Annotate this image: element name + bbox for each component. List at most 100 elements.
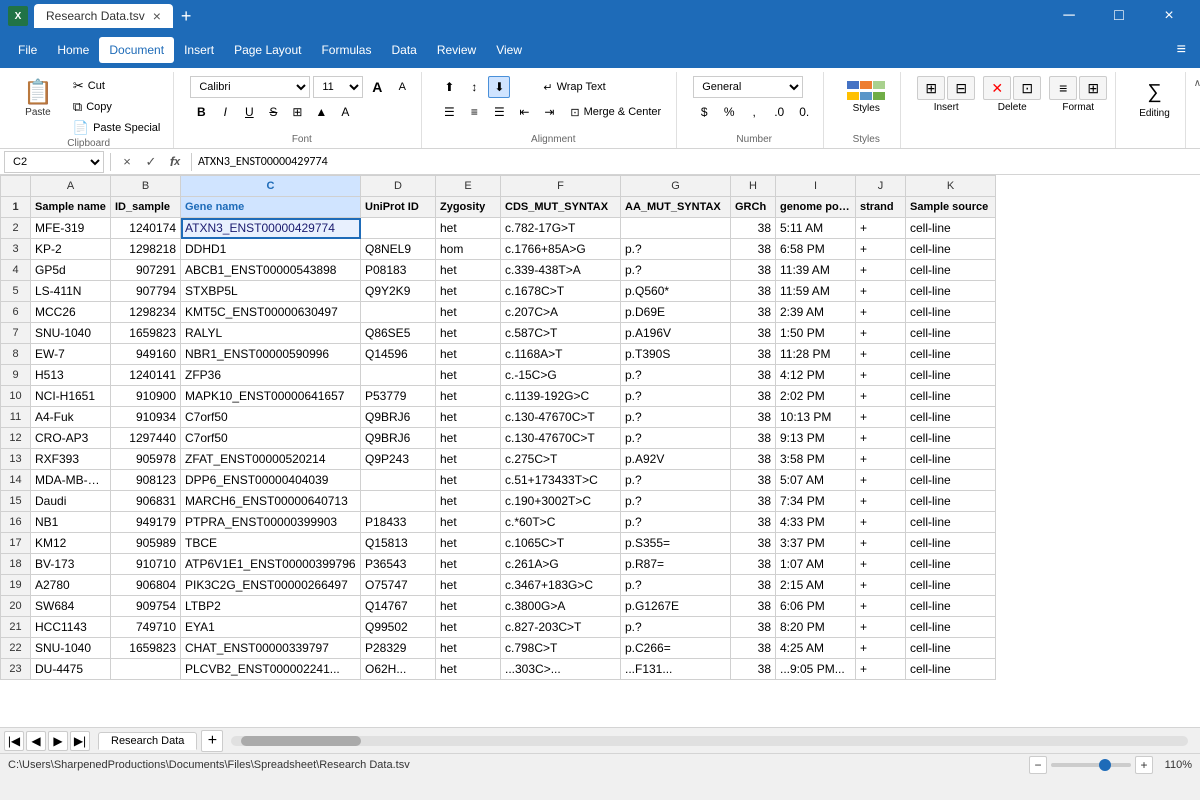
col-header-A[interactable]: A — [31, 176, 111, 197]
cell-J22[interactable]: + — [856, 638, 906, 659]
comma-btn[interactable]: , — [743, 101, 765, 123]
cell-F16[interactable]: c.*60T>C — [501, 512, 621, 533]
cell-A12[interactable]: CRO-AP3 — [31, 428, 111, 449]
zoom-decrease-btn[interactable]: − — [1029, 756, 1047, 774]
cell-H12[interactable]: 38 — [731, 428, 776, 449]
cell-J9[interactable]: + — [856, 365, 906, 386]
cell-E9[interactable]: het — [436, 365, 501, 386]
cell-C20[interactable]: LTBP2 — [181, 596, 361, 617]
cell-D18[interactable]: P36543 — [361, 554, 436, 575]
cell-E23[interactable]: het — [436, 659, 501, 680]
italic-button[interactable]: I — [214, 101, 236, 123]
cell-G4[interactable]: p.? — [621, 260, 731, 281]
cell-E18[interactable]: het — [436, 554, 501, 575]
cell-A19[interactable]: A2780 — [31, 575, 111, 596]
cell-B7[interactable]: 1659823 — [111, 323, 181, 344]
paste-special-button[interactable]: 📄 Paste Special — [68, 118, 165, 138]
last-sheet-btn[interactable]: ▶| — [70, 731, 90, 751]
cell-I16[interactable]: 4:33 PM — [776, 512, 856, 533]
align-left-btn[interactable]: ☰ — [438, 101, 460, 123]
cell-A8[interactable]: EW-7 — [31, 344, 111, 365]
cell-I10[interactable]: 2:02 PM — [776, 386, 856, 407]
cell-H5[interactable]: 38 — [731, 281, 776, 302]
cell-F13[interactable]: c.275C>T — [501, 449, 621, 470]
cell-A6[interactable]: MCC26 — [31, 302, 111, 323]
format-label[interactable]: Format — [1062, 102, 1094, 113]
menu-formulas[interactable]: Formulas — [311, 37, 381, 63]
cell-K12[interactable]: cell-line — [906, 428, 996, 449]
cell-C4[interactable]: ABCB1_ENST00000543898 — [181, 260, 361, 281]
cell-C14[interactable]: DPP6_ENST00000404039 — [181, 470, 361, 491]
cell-A13[interactable]: RXF393 — [31, 449, 111, 470]
cell-D20[interactable]: Q14767 — [361, 596, 436, 617]
cell-E20[interactable]: het — [436, 596, 501, 617]
cell-C7[interactable]: RALYL — [181, 323, 361, 344]
cell-B17[interactable]: 905989 — [111, 533, 181, 554]
cell-G6[interactable]: p.D69E — [621, 302, 731, 323]
row-number-9[interactable]: 9 — [1, 365, 31, 386]
cell-E11[interactable]: het — [436, 407, 501, 428]
row-number-15[interactable]: 15 — [1, 491, 31, 512]
cell-J12[interactable]: + — [856, 428, 906, 449]
cell-K10[interactable]: cell-line — [906, 386, 996, 407]
cell-E4[interactable]: het — [436, 260, 501, 281]
cell-I7[interactable]: 1:50 PM — [776, 323, 856, 344]
cell-A2[interactable]: MFE-319 — [31, 218, 111, 239]
cell-E7[interactable]: het — [436, 323, 501, 344]
cell-C1[interactable]: Gene name — [181, 197, 361, 218]
row-number-18[interactable]: 18 — [1, 554, 31, 575]
cell-D9[interactable] — [361, 365, 436, 386]
cell-J1[interactable]: strand — [856, 197, 906, 218]
row-number-2[interactable]: 2 — [1, 218, 31, 239]
cell-I13[interactable]: 3:58 PM — [776, 449, 856, 470]
cell-A9[interactable]: H513 — [31, 365, 111, 386]
increase-decimal-btn[interactable]: .0 — [768, 101, 790, 123]
cell-I20[interactable]: 6:06 PM — [776, 596, 856, 617]
cell-K16[interactable]: cell-line — [906, 512, 996, 533]
cell-I18[interactable]: 1:07 AM — [776, 554, 856, 575]
close-button[interactable]: × — [1146, 0, 1192, 32]
cell-C2[interactable]: ATXN3_ENST00000429774 — [181, 218, 361, 239]
row-number-10[interactable]: 10 — [1, 386, 31, 407]
row-number-5[interactable]: 5 — [1, 281, 31, 302]
cell-D13[interactable]: Q9P243 — [361, 449, 436, 470]
underline-button[interactable]: U — [238, 101, 260, 123]
cell-F9[interactable]: c.-15C>G — [501, 365, 621, 386]
cell-J17[interactable]: + — [856, 533, 906, 554]
cell-G17[interactable]: p.S355= — [621, 533, 731, 554]
cell-D15[interactable] — [361, 491, 436, 512]
cell-K19[interactable]: cell-line — [906, 575, 996, 596]
cell-D12[interactable]: Q9BRJ6 — [361, 428, 436, 449]
cell-I3[interactable]: 6:58 PM — [776, 239, 856, 260]
cell-G14[interactable]: p.? — [621, 470, 731, 491]
menu-insert[interactable]: Insert — [174, 37, 224, 63]
cell-J11[interactable]: + — [856, 407, 906, 428]
cell-C13[interactable]: ZFAT_ENST00000520214 — [181, 449, 361, 470]
cell-D8[interactable]: Q14596 — [361, 344, 436, 365]
cell-A5[interactable]: LS-411N — [31, 281, 111, 302]
cell-I1[interactable]: genome position — [776, 197, 856, 218]
row-number-11[interactable]: 11 — [1, 407, 31, 428]
cell-C22[interactable]: CHAT_ENST00000339797 — [181, 638, 361, 659]
cell-J18[interactable]: + — [856, 554, 906, 575]
cell-F2[interactable]: c.782-17G>T — [501, 218, 621, 239]
zoom-increase-btn[interactable]: + — [1135, 756, 1153, 774]
row-number-4[interactable]: 4 — [1, 260, 31, 281]
menu-page-layout[interactable]: Page Layout — [224, 37, 311, 63]
decrease-font-btn[interactable]: A — [391, 76, 413, 98]
cell-G23[interactable]: ...F131... — [621, 659, 731, 680]
delete-label[interactable]: Delete — [998, 102, 1027, 113]
cell-C23[interactable]: PLCVB2_ENST000002241... — [181, 659, 361, 680]
cell-E5[interactable]: het — [436, 281, 501, 302]
cell-B4[interactable]: 907291 — [111, 260, 181, 281]
cell-G15[interactable]: p.? — [621, 491, 731, 512]
col-header-B[interactable]: B — [111, 176, 181, 197]
cell-D10[interactable]: P53779 — [361, 386, 436, 407]
cell-F3[interactable]: c.1766+85A>G — [501, 239, 621, 260]
cell-J13[interactable]: + — [856, 449, 906, 470]
zoom-slider[interactable] — [1051, 763, 1131, 767]
cell-I5[interactable]: 11:59 AM — [776, 281, 856, 302]
row-number-12[interactable]: 12 — [1, 428, 31, 449]
cell-H19[interactable]: 38 — [731, 575, 776, 596]
cell-H4[interactable]: 38 — [731, 260, 776, 281]
